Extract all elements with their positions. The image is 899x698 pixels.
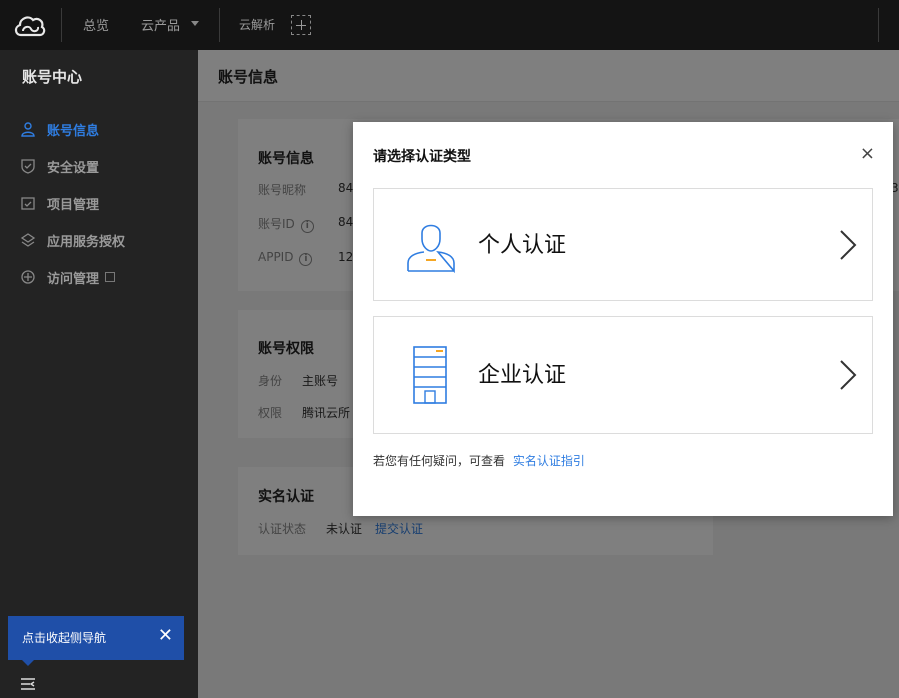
collapse-tooltip: 点击收起侧导航 ✕ bbox=[8, 616, 184, 666]
sidebar-title: 账号中心 bbox=[22, 68, 83, 86]
personal-auth-label: 个人认证 bbox=[478, 233, 567, 258]
person-icon bbox=[407, 224, 455, 273]
sidebar-item-projects[interactable]: 项目管理 bbox=[20, 193, 99, 213]
chevron-right-icon bbox=[840, 230, 857, 260]
cloud-logo-icon[interactable] bbox=[12, 9, 48, 41]
dialog-footer: 若您有任何疑问，可查看 实名认证指引 bbox=[373, 452, 585, 469]
shield-icon bbox=[21, 159, 35, 174]
sidebar-item-label: 账号信息 bbox=[47, 123, 100, 139]
auth-guide-link[interactable]: 实名认证指引 bbox=[513, 454, 585, 468]
nav-cloud-products[interactable]: 云产品 bbox=[141, 15, 180, 34]
chevron-down-icon[interactable] bbox=[191, 21, 199, 26]
sidebar-item-label: 项目管理 bbox=[47, 197, 100, 213]
sidebar: 账号中心 账号信息 安全设置 项目管理 应用服务授权 访问管理 点击收起侧导航 … bbox=[0, 50, 198, 698]
building-icon bbox=[413, 346, 447, 404]
enterprise-auth-option[interactable]: 企业认证 bbox=[373, 316, 873, 434]
user-icon bbox=[21, 122, 35, 137]
nav-overview[interactable]: 总览 bbox=[83, 15, 109, 34]
top-navbar: 总览 云产品 云解析 bbox=[0, 0, 899, 50]
access-icon bbox=[21, 270, 35, 284]
sidebar-item-account-info[interactable]: 账号信息 bbox=[20, 119, 99, 139]
personal-auth-option[interactable]: 个人认证 bbox=[373, 188, 873, 301]
footer-text: 若您有任何疑问，可查看 bbox=[373, 454, 506, 468]
close-icon[interactable]: ✕ bbox=[158, 624, 173, 648]
enterprise-auth-label: 企业认证 bbox=[478, 363, 567, 388]
sidebar-item-label: 应用服务授权 bbox=[47, 234, 126, 250]
sidebar-item-access[interactable]: 访问管理 bbox=[20, 267, 116, 287]
layers-icon bbox=[20, 233, 36, 247]
collapse-sidebar-icon[interactable] bbox=[20, 677, 36, 691]
auth-type-dialog: 请选择认证类型 × 个人认证 企业认证 若您有任何疑问，可查看 实名认证指引 bbox=[353, 122, 893, 516]
tooltip-arrow bbox=[22, 660, 34, 666]
sidebar-item-security[interactable]: 安全设置 bbox=[20, 156, 99, 176]
divider bbox=[61, 8, 62, 42]
collapse-tooltip-text: 点击收起侧导航 bbox=[22, 631, 107, 645]
chevron-right-icon bbox=[840, 360, 857, 390]
folder-check-icon bbox=[21, 197, 35, 210]
nav-cloud-dns[interactable]: 云解析 bbox=[239, 16, 275, 33]
close-icon[interactable]: × bbox=[860, 143, 875, 165]
sidebar-item-label: 访问管理 bbox=[47, 271, 100, 287]
sidebar-item-label: 安全设置 bbox=[47, 160, 100, 176]
sidebar-item-app-auth[interactable]: 应用服务授权 bbox=[20, 230, 125, 250]
plus-icon[interactable] bbox=[291, 15, 311, 35]
dialog-title: 请选择认证类型 bbox=[373, 149, 471, 165]
external-link-icon bbox=[105, 272, 116, 282]
divider bbox=[878, 8, 879, 42]
divider bbox=[219, 8, 220, 42]
